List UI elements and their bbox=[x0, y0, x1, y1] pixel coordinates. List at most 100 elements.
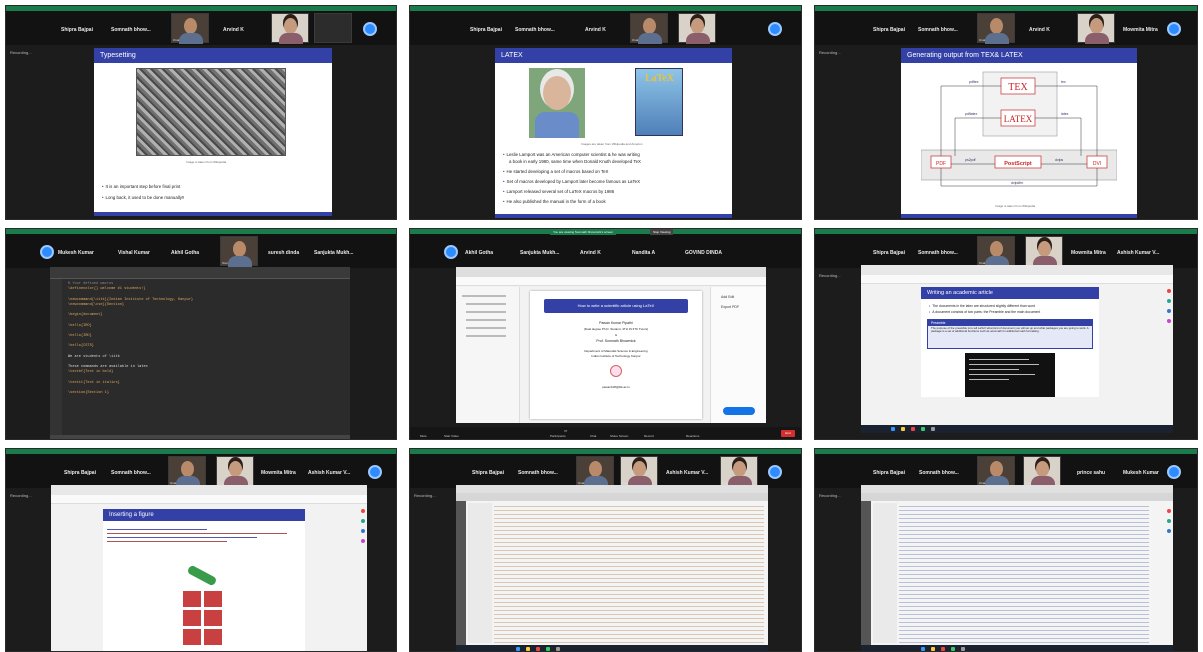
stop-viewing-button[interactable]: Stop Viewing bbox=[650, 229, 674, 235]
meeting-tile-editor-b[interactable]: Shipra Bajpai Somnath bhow... Ovais Huss… bbox=[814, 448, 1198, 652]
participant-video: Ovais Hussain bbox=[977, 456, 1015, 487]
participant-name: Sanjukta Mukh... bbox=[314, 250, 354, 256]
participant-strip: Shipra Bajpai Somnath bhow... Arvind K O… bbox=[410, 11, 801, 45]
sidebar-icon[interactable] bbox=[1167, 299, 1171, 303]
gallery-view-icon[interactable] bbox=[1167, 22, 1181, 36]
svg-text:LATEX: LATEX bbox=[1004, 114, 1033, 124]
participant-name: Ashish Kumar V... bbox=[666, 470, 709, 476]
participant-name: Akhil Gotha bbox=[465, 250, 494, 256]
participant-name: Shipra Bajpai bbox=[873, 250, 905, 256]
participant-name: prince sahu bbox=[1077, 470, 1106, 476]
meeting-tile-typesetting[interactable]: Shipra Bajpai Somnath bhow... Ovais Huss… bbox=[5, 5, 397, 220]
record-button[interactable]: Record bbox=[644, 434, 654, 438]
participant-video: Ovais Hussain bbox=[977, 236, 1015, 267]
gallery-view-icon[interactable] bbox=[40, 245, 54, 259]
recording-label: Recording... bbox=[819, 273, 841, 278]
sidebar-icon[interactable] bbox=[361, 529, 365, 533]
participant-name: Arvind K bbox=[580, 250, 601, 256]
svg-text:ps2pdf: ps2pdf bbox=[965, 158, 976, 162]
svg-text:TEX: TEX bbox=[1008, 82, 1028, 93]
sidebar-icon[interactable] bbox=[1167, 319, 1171, 323]
participant-name: Mowmita Mitra bbox=[1071, 250, 1106, 256]
mute-button[interactable]: Mute bbox=[420, 434, 427, 438]
sidebar-icon[interactable] bbox=[361, 539, 365, 543]
slide: Generating output from TEX& LATEX TEX LA… bbox=[901, 48, 1137, 218]
participant-name: suresh dinda bbox=[268, 250, 300, 256]
sidebar-icon[interactable] bbox=[1167, 509, 1171, 513]
meeting-tile-latex[interactable]: Shipra Bajpai Somnath bhow... Arvind K O… bbox=[409, 5, 802, 220]
gallery-view-icon[interactable] bbox=[363, 22, 377, 36]
slide-bullet: Long back, it used to be done manually!! bbox=[102, 195, 185, 201]
doc-email: pawan108@iitk.ac.in bbox=[602, 385, 630, 389]
participants-button[interactable]: Participants bbox=[550, 434, 566, 438]
pdf-viewer-window: How to write a scientific article using … bbox=[456, 267, 766, 423]
line-gutter bbox=[50, 279, 62, 439]
reactions-button[interactable]: Reactions bbox=[686, 434, 699, 438]
participant-video: Kangana Gupta bbox=[1023, 456, 1061, 487]
slide-title: Generating output from TEX& LATEX bbox=[901, 48, 1137, 63]
sidebar-icon[interactable] bbox=[361, 519, 365, 523]
participant-count: 37 bbox=[564, 429, 568, 433]
participant-video: Kangana Gupta bbox=[271, 13, 309, 44]
slide-bullet: Lamport released several set of LaTeX ma… bbox=[503, 189, 615, 195]
editor-toolbar bbox=[456, 493, 768, 501]
code-screenshot bbox=[965, 353, 1055, 397]
doc-title-box: How to write a scientific article using … bbox=[544, 299, 688, 313]
gallery-view-icon[interactable] bbox=[444, 245, 458, 259]
chat-button[interactable]: Chat bbox=[590, 434, 596, 438]
svg-text:PDF: PDF bbox=[936, 161, 946, 167]
slide-bullet: Leslie Lamport was an American computer … bbox=[503, 152, 640, 158]
tool-button[interactable] bbox=[723, 407, 755, 415]
bookmarks-panel bbox=[456, 287, 520, 423]
start-video-button[interactable]: Start Video bbox=[444, 434, 459, 438]
export-pdf-tool[interactable]: Export PDF bbox=[721, 305, 739, 309]
participant-strip: Shipra Bajpai Somnath bhow... Ovais Huss… bbox=[815, 454, 1197, 488]
svg-text:tex: tex bbox=[1061, 80, 1066, 84]
sidebar-icon[interactable] bbox=[1167, 519, 1171, 523]
gallery-view-icon[interactable] bbox=[368, 465, 382, 479]
gallery-view-icon[interactable] bbox=[768, 465, 782, 479]
sidebar-icon[interactable] bbox=[1167, 289, 1171, 293]
preamble-block: Preamble The purpose of the preamble is … bbox=[927, 319, 1093, 349]
participant-name: Akhil Gotha bbox=[171, 250, 200, 256]
end-meeting-button[interactable]: End bbox=[781, 430, 795, 437]
slide: LATEX LaTeX Images are taken from Wikipe… bbox=[495, 48, 732, 218]
slide-title: Typesetting bbox=[94, 48, 332, 63]
meeting-tile-academic-article[interactable]: Shipra Bajpai Somnath bhow... Ovais Huss… bbox=[814, 228, 1198, 440]
participant-name: Somnath bhow... bbox=[919, 470, 959, 476]
ide-status-bar bbox=[50, 435, 350, 439]
meeting-tile-inserting-figure[interactable]: Shipra Bajpai Somnath bhow... Ovais Huss… bbox=[5, 448, 397, 652]
svg-text:PostScript: PostScript bbox=[1004, 161, 1032, 167]
editor-text-block bbox=[899, 503, 1149, 643]
code-line: \section{Section 1} bbox=[68, 391, 109, 396]
gallery-view-icon[interactable] bbox=[1167, 465, 1181, 479]
video-wall: Shipra Bajpai Somnath bhow... Ovais Huss… bbox=[0, 0, 1203, 652]
participant-name: Sanjukta Mukh... bbox=[520, 250, 560, 256]
slide-title: LATEX bbox=[495, 48, 732, 63]
editor-menubar bbox=[861, 485, 1173, 493]
participant-name: Arvind K bbox=[1029, 27, 1050, 33]
share-screen-button[interactable]: Share Screen bbox=[610, 434, 628, 438]
green-cylinder bbox=[186, 564, 218, 587]
sidebar-icon[interactable] bbox=[361, 509, 365, 513]
recording-label: Recording... bbox=[819, 50, 841, 55]
meeting-tile-shared-screen[interactable]: Akhil Gotha Sanjukta Mukh... Arvind K Na… bbox=[409, 228, 802, 440]
meeting-tile-code-editor[interactable]: Mukesh Kumar Vishal Kumar Akhil Gotha So… bbox=[5, 228, 397, 440]
participant-video: Ovais Hussain bbox=[171, 13, 209, 44]
slide: Writing an academic article The document… bbox=[921, 287, 1099, 397]
windows-taskbar bbox=[456, 645, 768, 651]
gallery-view-icon[interactable] bbox=[768, 22, 782, 36]
sidebar-icon[interactable] bbox=[1167, 309, 1171, 313]
meeting-tile-editor-a[interactable]: Shipra Bajpai Somnath bhow... Ovais Huss… bbox=[409, 448, 802, 652]
doc-dept: Department of Materials Science & Engine… bbox=[584, 349, 648, 353]
slide-bullet: A document consists of two parts: the Pr… bbox=[929, 309, 1040, 315]
add-edit-tool[interactable]: Add Edit bbox=[721, 295, 734, 299]
meeting-tile-output-diagram[interactable]: Shipra Bajpai Somnath bhow... Arvind K O… bbox=[814, 5, 1198, 220]
svg-text:pdflatex: pdflatex bbox=[965, 112, 978, 116]
participant-name: Ashish Kumar V... bbox=[1117, 250, 1160, 256]
participant-name: Shipra Bajpai bbox=[64, 470, 96, 476]
ide-toolbar bbox=[50, 267, 350, 279]
participant-name: Shipra Bajpai bbox=[472, 470, 504, 476]
sidebar-icon[interactable] bbox=[1167, 529, 1171, 533]
latex-ide-window: % Your defined macros \definecolor{} welc… bbox=[50, 267, 350, 439]
